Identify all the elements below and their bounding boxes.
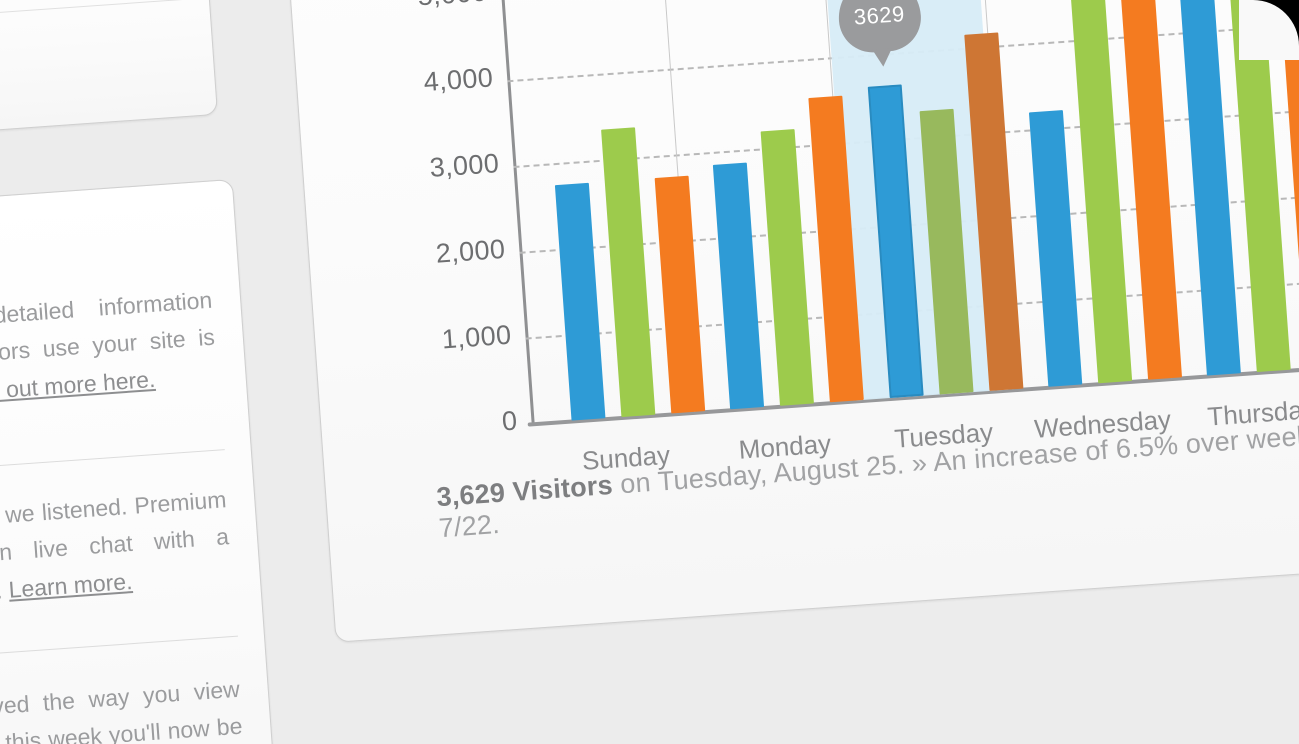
chart-bar[interactable] bbox=[654, 175, 706, 414]
account-updates-card: ount Updates Now finding detailed inform… bbox=[0, 178, 279, 744]
notification-text: You spoke and we listened. Premium custo… bbox=[0, 481, 239, 620]
chart-bar[interactable] bbox=[601, 127, 656, 418]
y-axis-tick-label: 1,000 bbox=[440, 319, 513, 355]
y-axis-tick-label: 0 bbox=[500, 405, 519, 437]
chart-bar[interactable] bbox=[713, 162, 765, 410]
chart-bar[interactable] bbox=[1070, 0, 1133, 384]
sidebar-item-statistics[interactable]: m Statistics bbox=[0, 15, 184, 78]
y-axis-tick-label: 3,000 bbox=[428, 148, 501, 183]
notification-item: Now finding detailed information about h… bbox=[0, 281, 225, 425]
screenshot-stage: roviders m Statistics ount Updates Now f… bbox=[0, 0, 1299, 744]
notification-text: Now finding detailed information about h… bbox=[0, 281, 225, 420]
notification-item: You spoke and we listened. Premium custo… bbox=[0, 481, 239, 625]
chart-bar[interactable] bbox=[760, 128, 815, 406]
notification-link[interactable]: Learn more. bbox=[8, 568, 134, 603]
chart-area: 01,0002,0003,0004,0005,0006,0007,0008,00… bbox=[267, 0, 1299, 642]
sidebar-nav-card: roviders m Statistics bbox=[0, 0, 219, 149]
y-axis: 01,0002,0003,0004,0005,0006,0007,0008,00… bbox=[300, 0, 519, 436]
notification-link[interactable]: Find out more here. bbox=[0, 365, 156, 405]
chart-bar[interactable] bbox=[554, 182, 606, 421]
notification-text: We've improved the way you view data! St… bbox=[0, 670, 255, 744]
y-axis-tick-label: 4,000 bbox=[422, 62, 495, 98]
notification-body-text: We've improved the way you view data! St… bbox=[0, 675, 244, 744]
caption-value: 3,629 Visitors bbox=[435, 469, 614, 513]
chart-bar[interactable] bbox=[1178, 0, 1242, 376]
chart-caption: 3,629 Visitors on Tuesday, August 25. » … bbox=[436, 410, 1299, 545]
window-corner-top-right bbox=[1239, 0, 1299, 60]
y-axis-tick-label: 2,000 bbox=[434, 233, 507, 269]
plot-region: Sunday Monday 3629 Tuesday Wednesday Thursday… bbox=[476, 0, 1299, 476]
dashboard-window: roviders m Statistics ount Updates Now f… bbox=[0, 0, 1299, 744]
y-axis-tick-label: 5,000 bbox=[336, 0, 489, 18]
notification-divider bbox=[0, 449, 225, 482]
chart-bar[interactable] bbox=[1028, 109, 1083, 387]
notification-item: We've improved the way you view data! St… bbox=[0, 670, 255, 744]
notification-divider bbox=[0, 635, 238, 669]
visitors-chart-card: 01,0002,0003,0004,0005,0006,0007,0008,00… bbox=[265, 0, 1299, 643]
